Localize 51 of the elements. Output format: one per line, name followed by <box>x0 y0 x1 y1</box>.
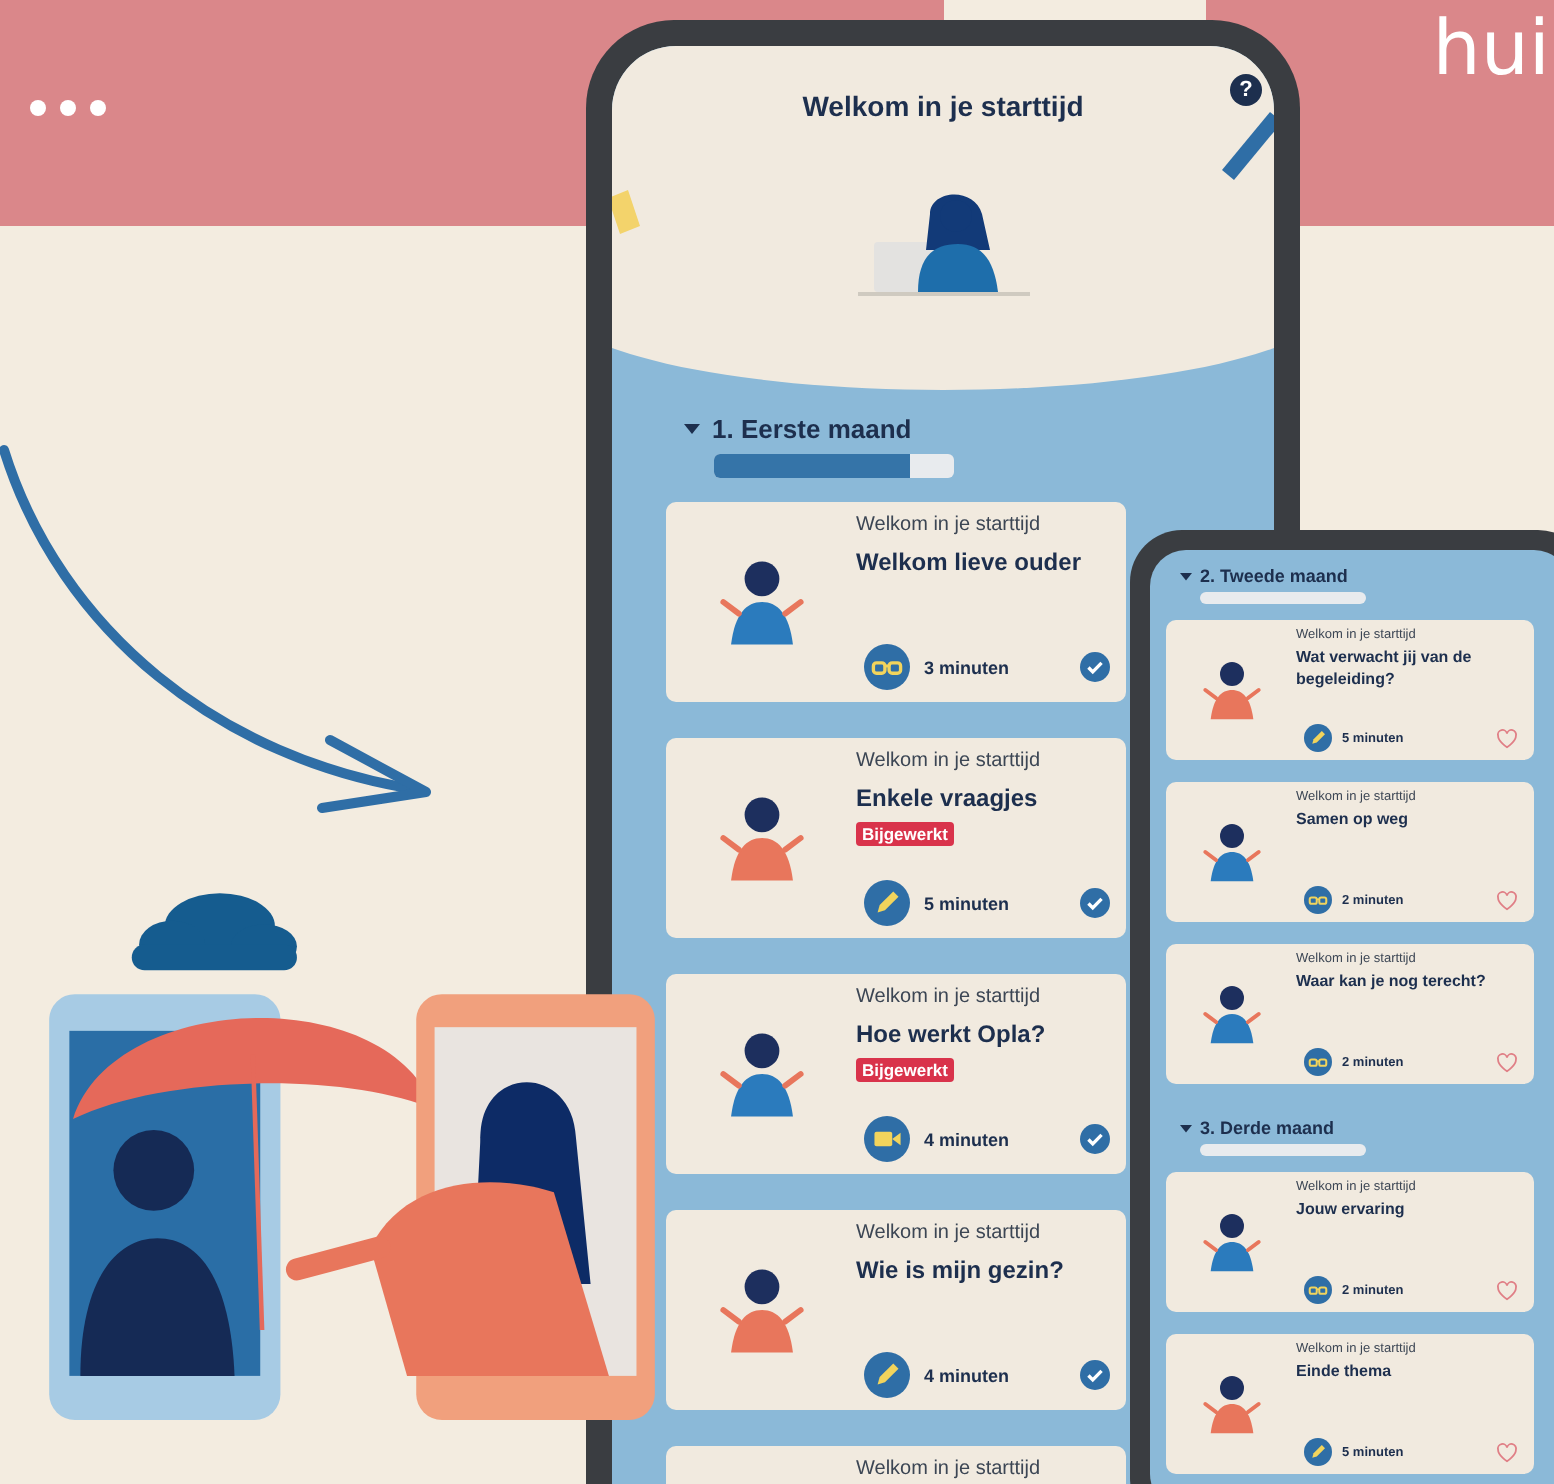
lesson-title: Samen op weg <box>1296 810 1411 832</box>
lesson-title: Enkele vraagjes <box>856 784 1040 812</box>
lesson-title: Wat verwacht jij van de begeleiding? <box>1296 648 1474 692</box>
lesson-category: Welkom in je starttijd <box>856 986 1043 1008</box>
lesson-card[interactable]: Welkom in je starttijd Hoe werkt Opla? Bijgewerkt 4 minuten <box>666 974 1126 1174</box>
glasses-icon <box>1304 886 1332 914</box>
lesson-title: Hoe werkt Opla? <box>856 1020 1048 1048</box>
lesson-category: Welkom in je starttijd <box>856 750 1043 772</box>
duration-label: 3 minuten <box>924 657 1010 677</box>
caret-icon[interactable] <box>1180 569 1192 581</box>
more-icon[interactable] <box>28 95 108 119</box>
lesson-card[interactable]: Welkom in je starttijd Wie is mijn gezin? 4 minuten <box>666 1210 1126 1410</box>
glasses-icon <box>1304 1048 1332 1076</box>
banner-text: hui <box>1432 4 1550 96</box>
updated-badge: Bijgewerkt <box>856 1058 954 1082</box>
lesson-title: Wie is mijn gezin? <box>856 1256 1066 1284</box>
strip-decoration <box>1222 112 1274 180</box>
lesson-title: Jouw ervaring <box>1296 1200 1407 1222</box>
section-title[interactable]: 3. Derde maand <box>1200 1117 1335 1137</box>
lesson-category: Welkom in je starttijd <box>856 1458 1043 1480</box>
tape-strip-decoration <box>612 190 640 234</box>
lesson-card[interactable]: Welkom in je starttijd <box>666 1446 1126 1484</box>
lesson-category: Welkom in je starttijd <box>856 514 1043 536</box>
pencil-icon <box>864 880 910 926</box>
section-title[interactable]: 2. Tweede maand <box>1200 565 1348 585</box>
help-button[interactable]: ? <box>1230 74 1262 106</box>
glasses-icon <box>1304 1276 1332 1304</box>
duration-label: 4 minuten <box>924 1365 1010 1385</box>
pencil-icon <box>1304 1438 1332 1466</box>
lesson-card[interactable]: Welkom in je starttijd Enkele vraagjes Bijgewerkt 5 minuten <box>666 738 1126 938</box>
caret-icon[interactable] <box>684 420 700 436</box>
heart-icon[interactable] <box>1496 1051 1518 1073</box>
screen-title: Welkom in je starttijd <box>802 90 1084 122</box>
heart-icon[interactable] <box>1496 1441 1518 1463</box>
updated-badge: Bijgewerkt <box>856 822 954 846</box>
glasses-icon <box>864 644 910 690</box>
duration-label: 5 minuten <box>924 893 1010 913</box>
section-title[interactable]: 1. Eerste maand <box>712 413 912 443</box>
caret-icon[interactable] <box>1180 1121 1192 1133</box>
heart-icon[interactable] <box>1496 727 1518 749</box>
pencil-icon <box>864 1352 910 1398</box>
lesson-card[interactable]: Welkom in je starttijd Welkom lieve ouder 3 minuten <box>666 502 1126 702</box>
lesson-title: Einde thema <box>1296 1362 1394 1384</box>
video-camera-icon <box>864 1116 910 1162</box>
lesson-title: Welkom lieve ouder <box>856 548 1083 576</box>
lesson-category: Welkom in je starttijd <box>856 1222 1043 1244</box>
heart-icon[interactable] <box>1496 1279 1518 1301</box>
duration-label: 4 minuten <box>924 1129 1010 1149</box>
lesson-title: Waar kan je nog terecht? <box>1296 972 1488 994</box>
pencil-icon <box>1304 724 1332 752</box>
heart-icon[interactable] <box>1496 889 1518 911</box>
